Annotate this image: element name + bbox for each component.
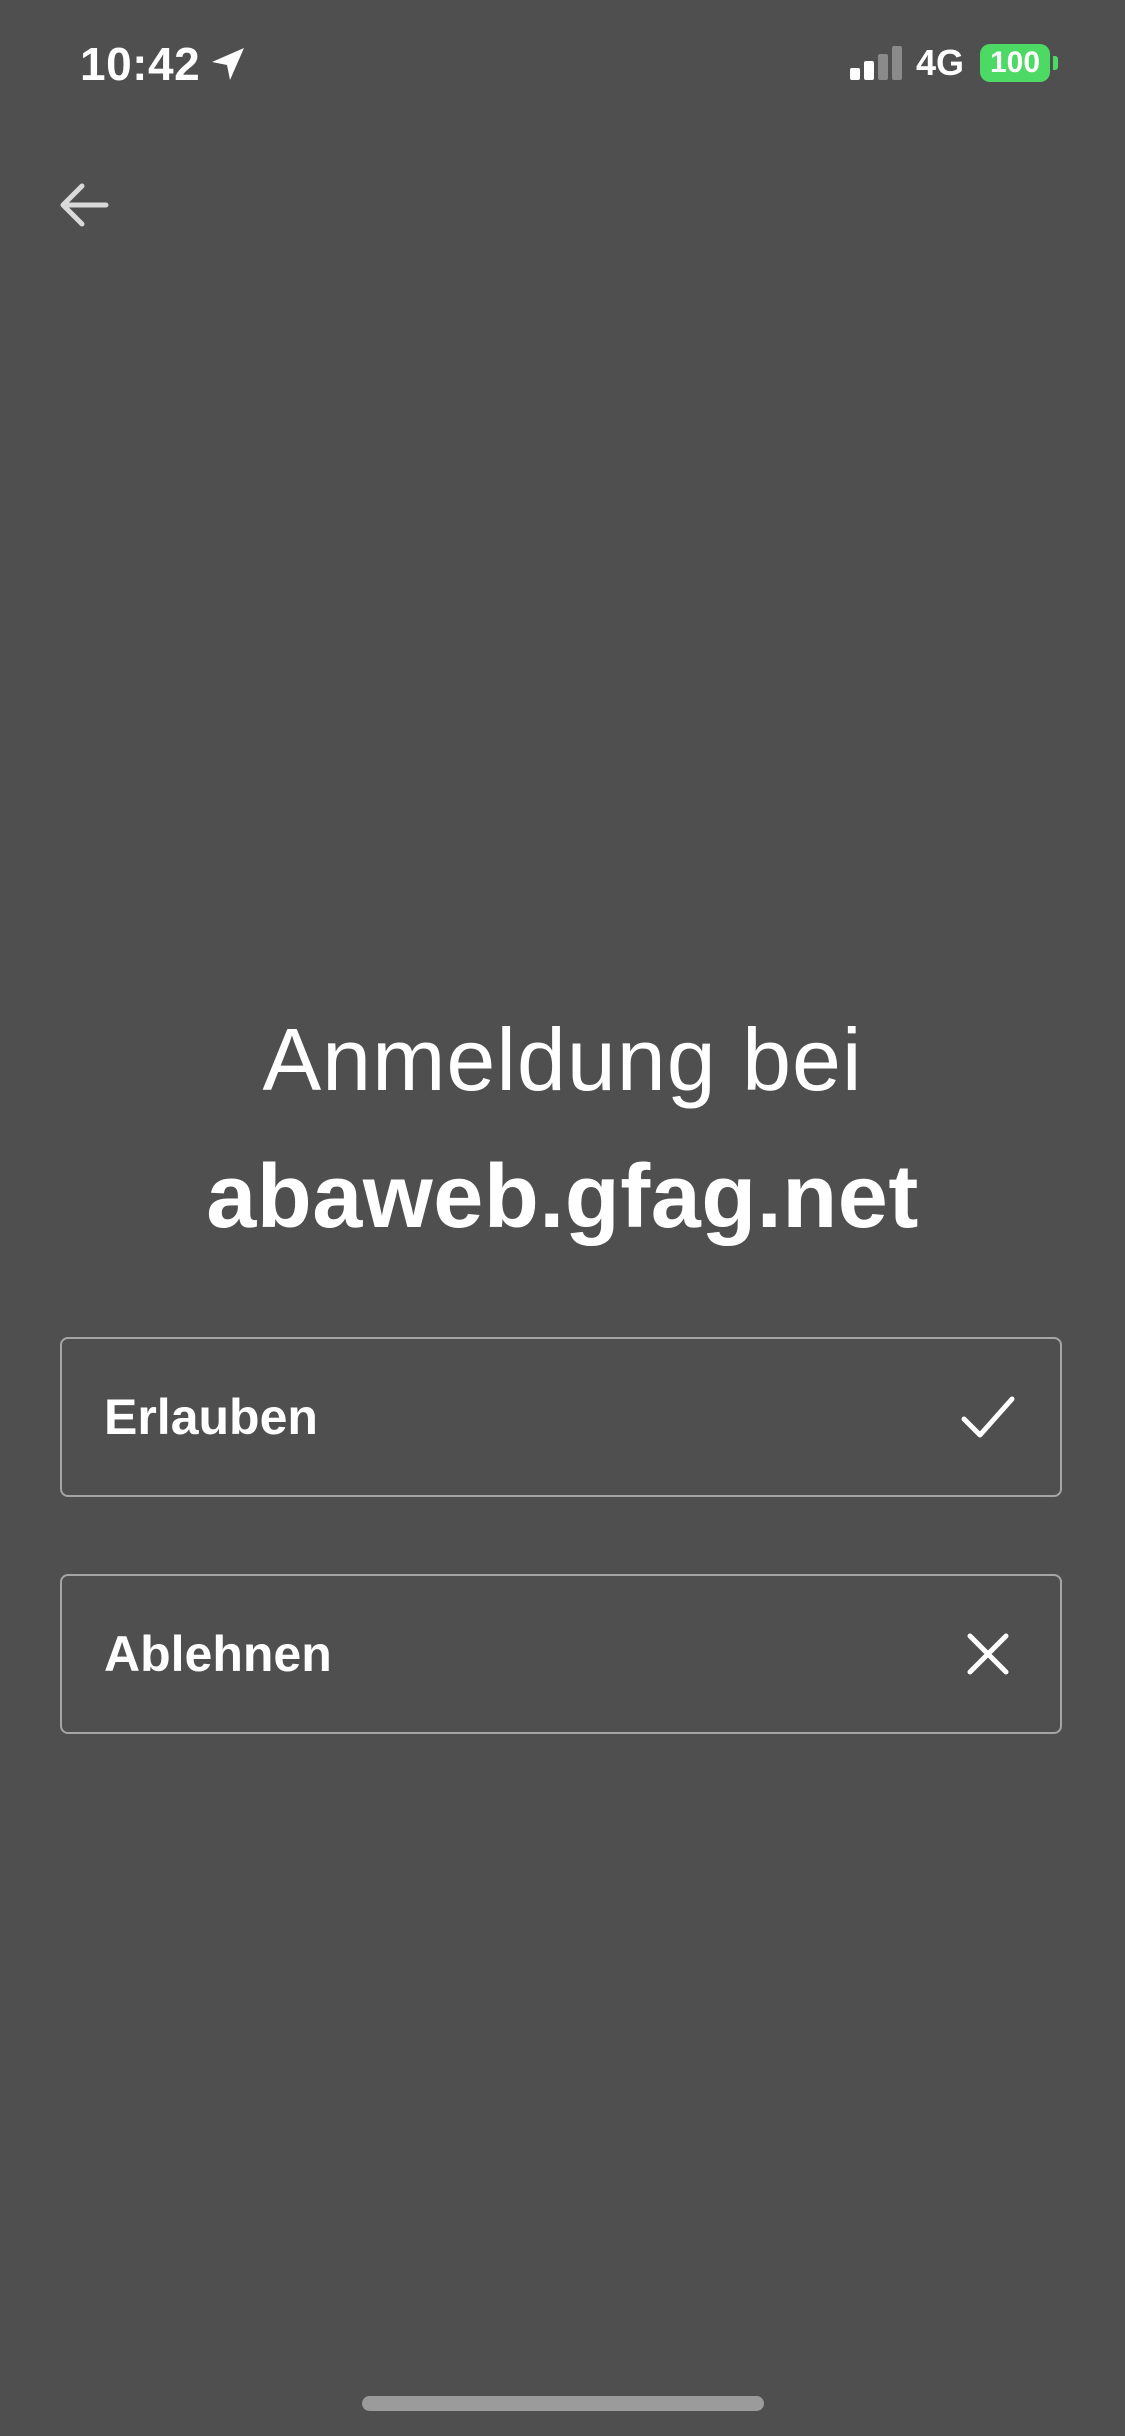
status-bar: 10:42 4G 100 (0, 0, 1125, 130)
home-indicator[interactable] (362, 2396, 764, 2411)
cellular-signal-icon (850, 46, 904, 80)
status-time: 10:42 (80, 38, 201, 90)
close-icon (958, 1624, 1018, 1684)
deny-button[interactable]: Ablehnen (60, 1574, 1062, 1734)
login-heading: Anmeldung bei abaweb.gfag.net (0, 1000, 1125, 1262)
back-button[interactable] (50, 170, 120, 240)
checkmark-icon (958, 1387, 1018, 1447)
login-approval-screen: 10:42 4G 100 Anmeldung bei abaweb.gfag.n… (0, 0, 1125, 2436)
network-type-label: 4G (916, 42, 965, 83)
battery-indicator: 100 (980, 44, 1050, 82)
allow-button-label: Erlauben (104, 1389, 318, 1445)
heading-prefix: Anmeldung bei (262, 1010, 863, 1109)
location-arrow-icon (208, 44, 248, 84)
allow-button[interactable]: Erlauben (60, 1337, 1062, 1497)
arrow-left-icon (60, 183, 109, 227)
deny-button-label: Ablehnen (104, 1626, 332, 1682)
battery-cap (1053, 56, 1058, 70)
heading-domain: abaweb.gfag.net (206, 1147, 919, 1247)
